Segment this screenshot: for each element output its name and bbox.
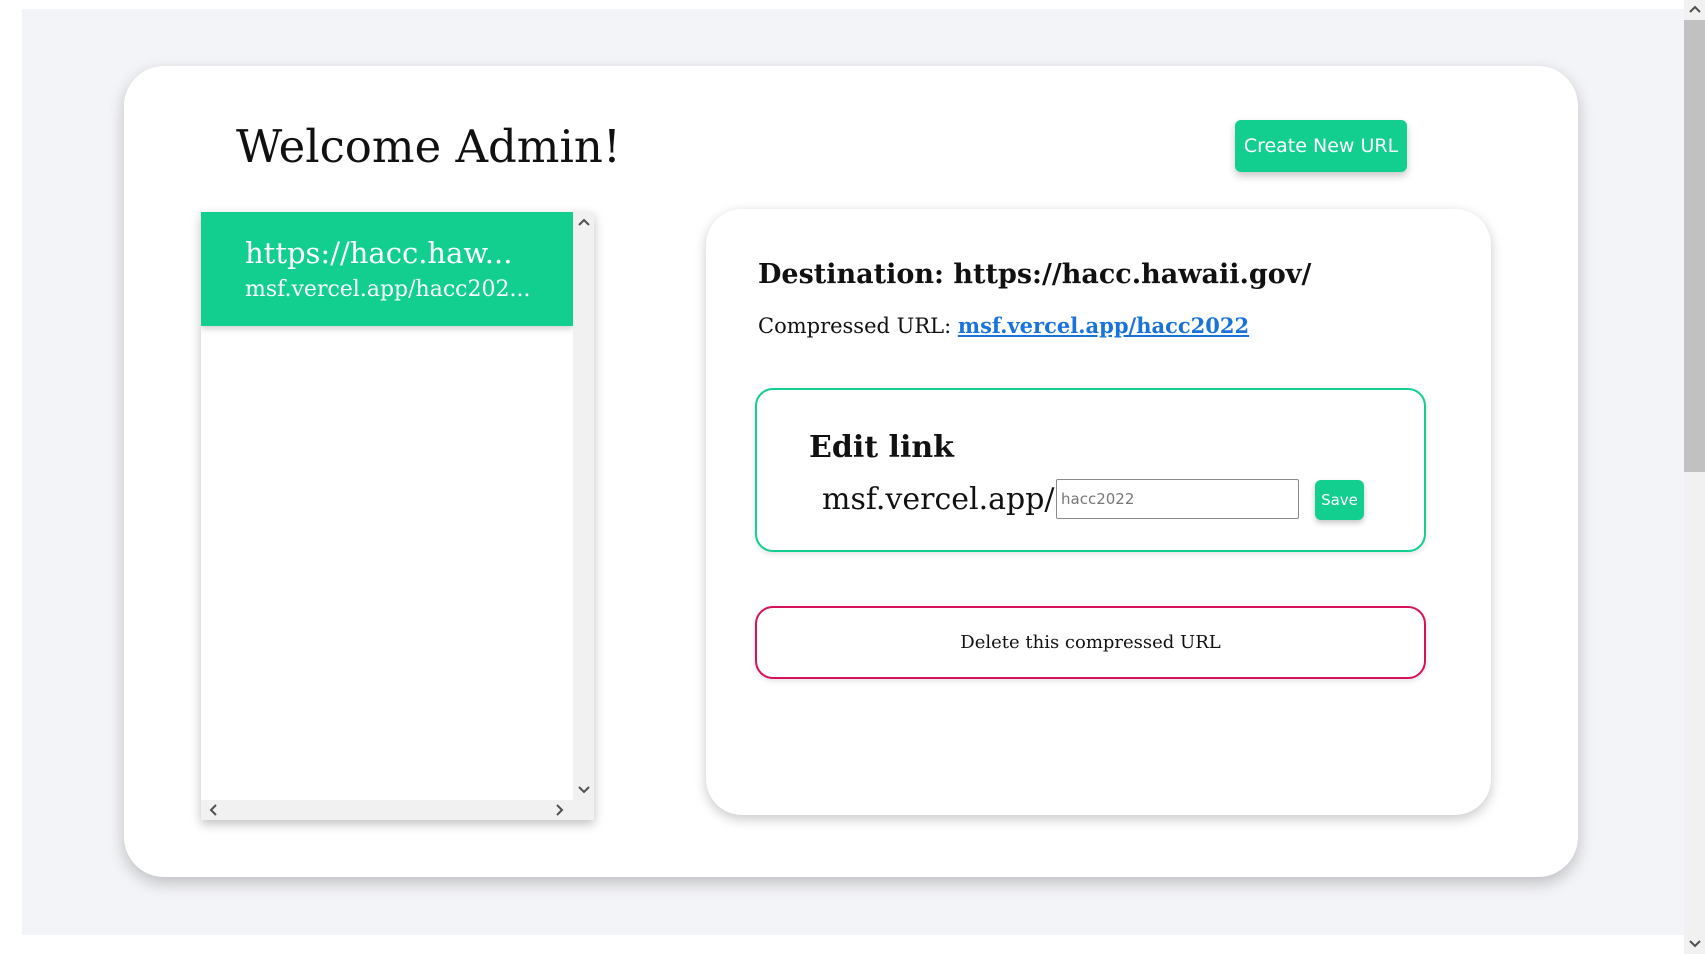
scroll-corner bbox=[573, 800, 594, 820]
chevron-down-icon[interactable] bbox=[1687, 938, 1703, 952]
list-item-short-url: msf.vercel.app/hacc202... bbox=[245, 277, 531, 302]
chevron-down-icon[interactable] bbox=[576, 784, 592, 798]
delete-url-button[interactable]: Delete this compressed URL bbox=[755, 606, 1426, 679]
url-list-panel[interactable]: https://hacc.haw... msf.vercel.app/hacc2… bbox=[201, 212, 594, 820]
chevron-up-icon[interactable] bbox=[1687, 3, 1703, 17]
compressed-url-label: Compressed URL: bbox=[758, 314, 958, 338]
short-path-input[interactable] bbox=[1056, 479, 1299, 519]
edit-link-box: Edit link msf.vercel.app/ Save bbox=[755, 388, 1426, 552]
scrollbar-thumb[interactable] bbox=[1684, 20, 1705, 472]
list-horizontal-scrollbar[interactable] bbox=[201, 800, 573, 820]
create-new-url-button[interactable]: Create New URL bbox=[1235, 120, 1407, 172]
list-item[interactable]: https://hacc.haw... msf.vercel.app/hacc2… bbox=[201, 212, 573, 326]
compressed-url-link[interactable]: msf.vercel.app/hacc2022 bbox=[958, 313, 1249, 338]
list-item-destination: https://hacc.haw... bbox=[245, 236, 513, 270]
bottom-strip bbox=[0, 935, 1684, 954]
edit-link-title: Edit link bbox=[809, 430, 954, 465]
save-button[interactable]: Save bbox=[1315, 480, 1364, 520]
page-title: Welcome Admin! bbox=[236, 120, 621, 173]
chevron-up-icon[interactable] bbox=[576, 216, 592, 230]
compressed-url-line: Compressed URL: msf.vercel.app/hacc2022 bbox=[758, 311, 1249, 341]
chevron-right-icon[interactable] bbox=[552, 804, 568, 819]
list-vertical-scrollbar[interactable] bbox=[573, 212, 594, 800]
chevron-left-icon[interactable] bbox=[205, 804, 221, 819]
edit-link-prefix: msf.vercel.app/ bbox=[822, 482, 1055, 517]
destination-heading: Destination: https://hacc.hawaii.gov/ bbox=[758, 259, 1312, 290]
page-vertical-scrollbar[interactable] bbox=[1684, 0, 1705, 954]
url-detail-panel: Destination: https://hacc.hawaii.gov/ Co… bbox=[706, 209, 1491, 815]
